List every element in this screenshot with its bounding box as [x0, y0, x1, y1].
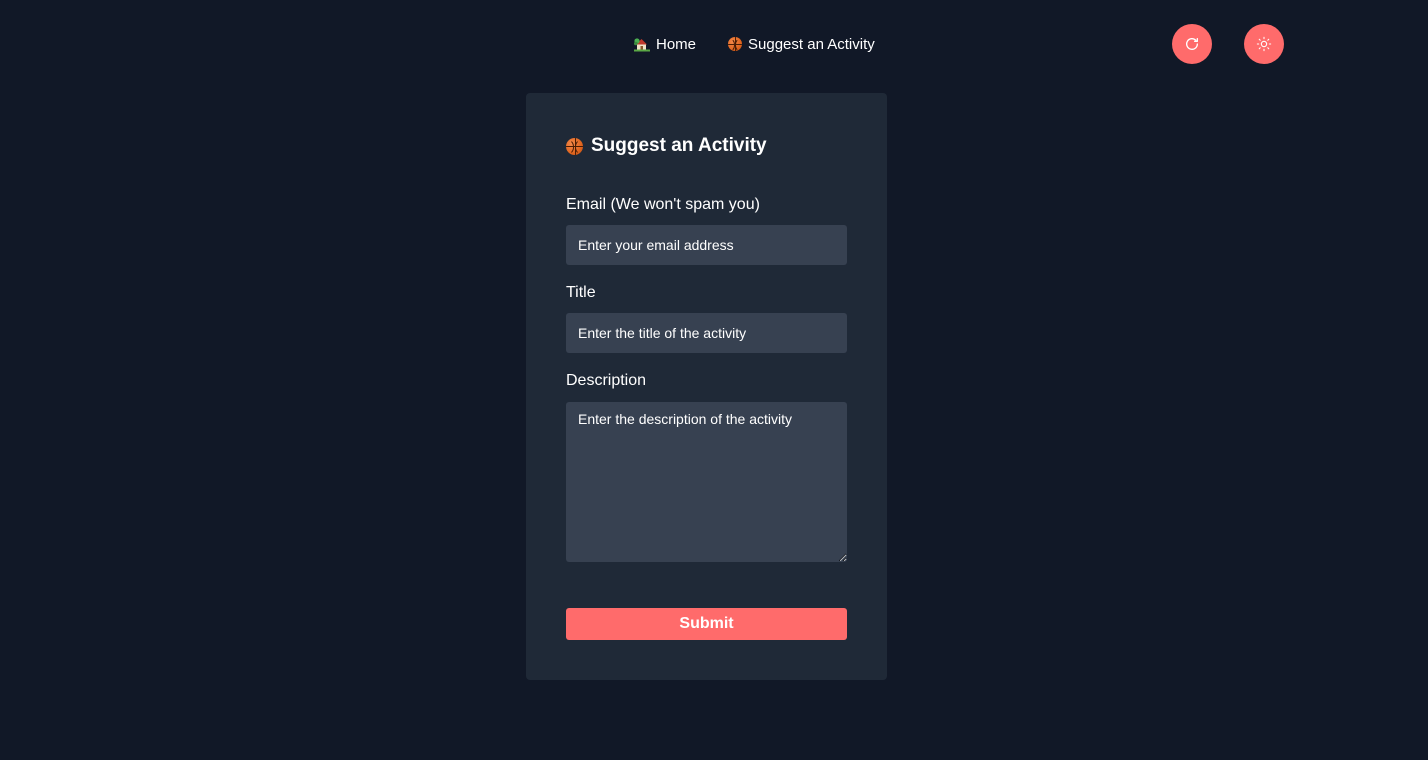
- nav-link-home[interactable]: Home: [634, 36, 696, 53]
- refresh-button[interactable]: [1172, 24, 1212, 64]
- nav-link-label: Suggest an Activity: [748, 35, 875, 53]
- form-title: Suggest an Activity: [566, 135, 767, 157]
- submit-button[interactable]: Submit: [566, 608, 847, 640]
- title-label: Title: [566, 284, 596, 301]
- sun-icon: [1256, 36, 1272, 52]
- nav-link-suggest-activity[interactable]: Suggest an Activity: [728, 36, 875, 53]
- basketball-icon: [728, 37, 743, 51]
- description-label: Description: [566, 372, 647, 389]
- page: Home Suggest an Activity Suggest an Acti…: [0, 0, 1428, 760]
- basketball-icon: [566, 137, 583, 155]
- title-field[interactable]: [566, 313, 847, 353]
- nav-link-label: Home: [656, 35, 697, 53]
- theme-toggle-button[interactable]: [1244, 24, 1284, 64]
- email-label: Email (We won't spam you): [566, 196, 760, 213]
- house-with-garden-icon: [634, 36, 650, 52]
- refresh-icon: [1186, 38, 1198, 50]
- suggest-activity-card: Suggest an Activity Email (We won't spam…: [526, 93, 887, 680]
- description-field[interactable]: [566, 402, 847, 562]
- top-nav: Home Suggest an Activity: [634, 30, 875, 58]
- form-title-text: Suggest an Activity: [591, 135, 767, 156]
- email-field[interactable]: [566, 225, 847, 265]
